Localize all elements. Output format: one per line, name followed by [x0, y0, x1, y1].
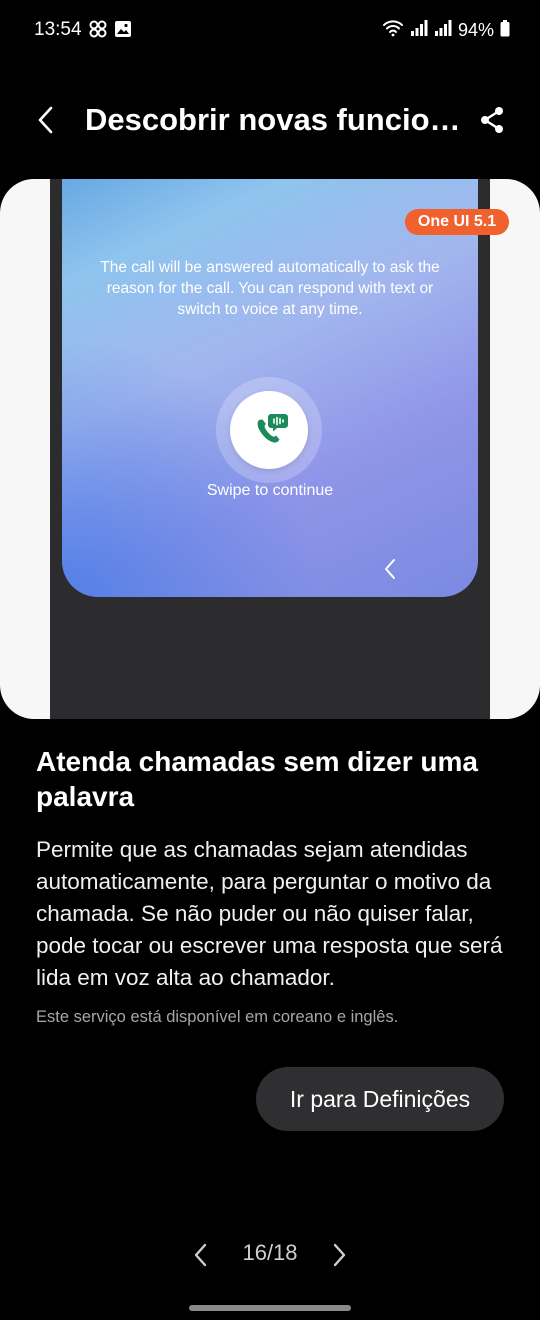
share-button[interactable]	[474, 100, 510, 140]
feature-preview-card: The call will be answered automatically …	[0, 179, 540, 719]
feature-description: Permite que as chamadas sejam atendidas …	[36, 837, 503, 990]
back-button[interactable]	[26, 100, 66, 140]
phone-screen: The call will be answered automatically …	[62, 179, 478, 597]
pager: 16/18	[0, 1232, 540, 1276]
language-note: Este serviço está disponível em coreano …	[36, 1008, 399, 1026]
next-page-button[interactable]	[326, 1240, 352, 1270]
signal-icon	[434, 19, 452, 42]
notification-icons	[88, 19, 132, 44]
chevron-left-icon	[38, 106, 53, 134]
page-title: Descobrir novas funcion...	[85, 102, 465, 137]
feature-heading: Atenda chamadas sem dizer uma palavra	[36, 746, 478, 812]
phone-mockup: The call will be answered automatically …	[50, 179, 490, 719]
signal-icon	[410, 19, 428, 42]
answer-call-button[interactable]	[230, 391, 308, 469]
app-bar: Descobrir novas funcion...	[0, 86, 540, 152]
phone-chat-icon	[257, 414, 288, 443]
status-time: 13:54	[34, 19, 82, 40]
version-badge: One UI 5.1	[405, 209, 509, 235]
screen-back-button[interactable]	[380, 557, 400, 581]
chevron-right-icon	[333, 1243, 346, 1267]
preview-description: The call will be answered automatically …	[100, 259, 440, 318]
swipe-label: Swipe to continue	[206, 482, 334, 499]
go-to-settings-button[interactable]: Ir para Definições	[256, 1067, 504, 1131]
wifi-icon	[382, 19, 404, 42]
home-indicator[interactable]	[189, 1305, 351, 1311]
share-icon	[481, 107, 503, 133]
pinwheel-icon	[88, 19, 108, 44]
battery-percent: 94%	[457, 20, 494, 40]
battery-icon	[500, 19, 510, 42]
status-right: 94%	[382, 19, 510, 42]
image-icon	[114, 20, 132, 43]
status-bar: 13:54 94%	[0, 0, 540, 60]
chevron-left-icon	[385, 559, 395, 579]
page-counter: 16/18	[242, 1240, 298, 1265]
